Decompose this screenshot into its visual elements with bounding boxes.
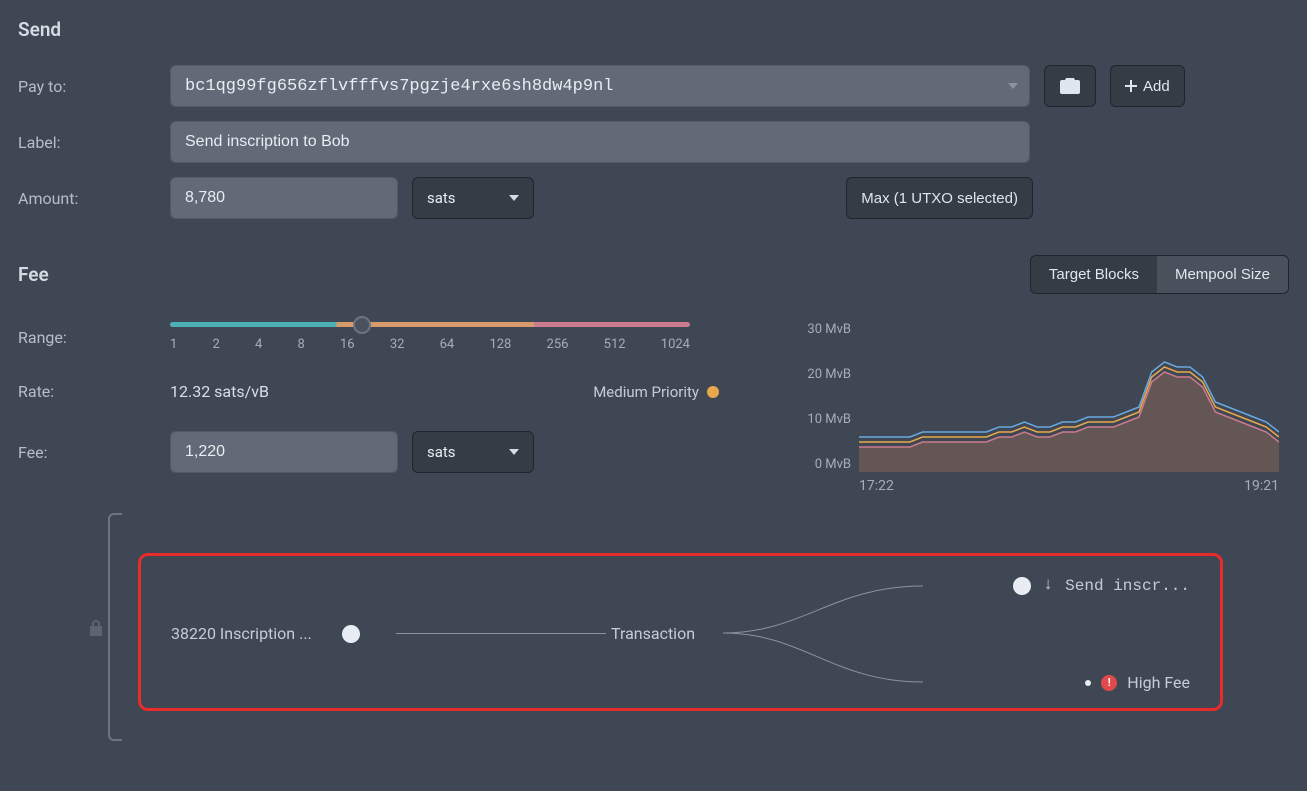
label-label: Label: bbox=[18, 133, 156, 152]
mempool-chart: 30 MvB 20 MvB 10 MvB 0 MvB 17:22 19:21 bbox=[799, 322, 1289, 503]
arrow-down-icon: ↓ bbox=[1043, 576, 1053, 595]
max-button[interactable]: Max (1 UTXO selected) bbox=[846, 177, 1033, 219]
payto-input[interactable] bbox=[170, 65, 1030, 107]
fee-unit-value: sats bbox=[427, 443, 456, 461]
rate-label: Rate: bbox=[18, 382, 156, 401]
payto-label: Pay to: bbox=[18, 77, 156, 96]
priority-label: Medium Priority bbox=[593, 383, 719, 401]
target-blocks-toggle[interactable]: Target Blocks bbox=[1031, 256, 1157, 293]
slider-tick: 16 bbox=[340, 337, 355, 352]
label-input[interactable] bbox=[170, 121, 1030, 163]
camera-icon bbox=[1060, 78, 1080, 94]
warning-icon: ! bbox=[1101, 675, 1117, 691]
slider-tick: 1024 bbox=[661, 337, 690, 352]
priority-dot-icon bbox=[707, 386, 719, 398]
fee-amount-label: Fee: bbox=[18, 443, 156, 462]
add-button-label: Add bbox=[1143, 78, 1170, 95]
tx-out2-label: High Fee bbox=[1127, 673, 1190, 692]
chart-y-tick: 20 MvB bbox=[807, 367, 851, 382]
fee-unit-select[interactable]: sats bbox=[412, 431, 534, 473]
node-icon bbox=[1013, 577, 1031, 595]
transaction-diagram-highlight: 38220 Inscription ... Transaction ↓ Send… bbox=[138, 553, 1223, 711]
fee-title: Fee bbox=[18, 263, 49, 286]
tx-center-label: Transaction bbox=[611, 624, 695, 643]
slider-tick: 2 bbox=[213, 337, 220, 352]
rate-value: 12.32 sats/vB bbox=[170, 382, 579, 401]
send-title: Send bbox=[18, 18, 1289, 41]
node-icon bbox=[342, 625, 360, 643]
fee-mode-toggle: Target Blocks Mempool Size bbox=[1030, 255, 1289, 294]
slider-handle[interactable] bbox=[353, 316, 371, 334]
slider-tick: 256 bbox=[547, 337, 569, 352]
slider-tick: 128 bbox=[489, 337, 511, 352]
chevron-down-icon bbox=[509, 449, 519, 455]
mempool-size-toggle[interactable]: Mempool Size bbox=[1157, 256, 1288, 293]
fee-range-slider[interactable]: 1 2 4 8 16 32 64 128 256 512 1024 bbox=[170, 322, 690, 352]
tx-input-label: 38220 Inscription ... bbox=[171, 624, 312, 643]
lock-icon bbox=[88, 619, 104, 637]
chart-y-tick: 0 MvB bbox=[815, 457, 851, 472]
amount-unit-select[interactable]: sats bbox=[412, 177, 534, 219]
slider-tick: 4 bbox=[255, 337, 262, 352]
amount-unit-value: sats bbox=[427, 189, 456, 207]
range-label: Range: bbox=[18, 328, 156, 347]
chevron-down-icon bbox=[509, 195, 519, 201]
diagram-bracket bbox=[108, 513, 122, 741]
amount-input[interactable] bbox=[170, 177, 398, 219]
node-icon bbox=[1085, 680, 1091, 686]
slider-tick: 512 bbox=[604, 337, 626, 352]
fee-input[interactable] bbox=[170, 431, 398, 473]
slider-tick: 64 bbox=[440, 337, 455, 352]
slider-tick: 8 bbox=[298, 337, 305, 352]
tx-output-2: ! High Fee bbox=[1085, 673, 1190, 692]
chart-x-start: 17:22 bbox=[859, 478, 894, 494]
tx-input: 38220 Inscription ... bbox=[171, 624, 360, 643]
tx-output-1: ↓ Send inscr... bbox=[1013, 576, 1190, 595]
tx-curve bbox=[723, 580, 943, 690]
priority-text: Medium Priority bbox=[593, 383, 699, 401]
chart-y-tick: 30 MvB bbox=[807, 322, 851, 337]
chart-x-end: 19:21 bbox=[1244, 478, 1279, 494]
plus-icon bbox=[1125, 80, 1137, 92]
amount-label: Amount: bbox=[18, 189, 156, 208]
camera-button[interactable] bbox=[1044, 65, 1096, 107]
chart-y-tick: 10 MvB bbox=[807, 412, 851, 427]
tx-out1-label: Send inscr... bbox=[1065, 577, 1190, 595]
add-button[interactable]: Add bbox=[1110, 65, 1185, 107]
slider-tick: 32 bbox=[390, 337, 405, 352]
chevron-down-icon[interactable] bbox=[1008, 83, 1018, 89]
slider-tick: 1 bbox=[170, 337, 177, 352]
